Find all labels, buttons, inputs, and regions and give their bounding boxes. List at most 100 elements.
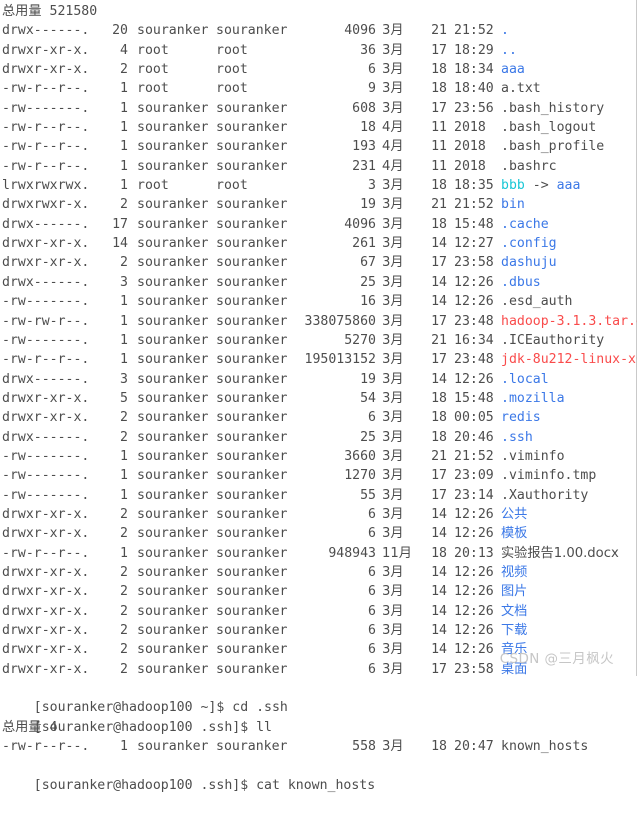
permissions-cell: -rw-------. [2, 100, 90, 116]
file-name-cell[interactable]: .esd_auth [501, 292, 572, 311]
month-cell: 3月 [382, 623, 404, 638]
link-count-cell: 14 [112, 236, 128, 252]
file-name-cell[interactable]: bbb -> aaa [501, 176, 580, 195]
file-name-cell[interactable]: .cache [501, 215, 549, 234]
time-cell: 15:48 [454, 390, 494, 406]
file-name-cell[interactable]: a.txt [501, 79, 541, 98]
file-row: drwxr-xr-x. 5 souranker souranker 54 3月 18 15:4… [2, 389, 636, 408]
file-name: .mozilla [501, 390, 565, 406]
permissions-cell: drwx------. [2, 216, 90, 232]
file-name-cell[interactable]: .dbus [501, 273, 541, 292]
size-cell: 3660 [344, 448, 376, 464]
size-cell: 261 [352, 236, 376, 252]
link-count-cell: 5 [120, 390, 128, 406]
owner-cell: root [137, 62, 169, 78]
permissions-cell: drwxr-xr-x. [2, 506, 90, 522]
month-cell: 3月 [382, 216, 404, 232]
month-cell: 3月 [382, 352, 404, 368]
file-name-cell[interactable]: dashuju [501, 253, 557, 272]
file-row: drwxr-xr-x. 2 souranker souranker 6 3月 18 00:05… [2, 408, 636, 427]
file-name-cell[interactable]: .ICEauthority [501, 331, 604, 350]
permissions-cell: drwxr-xr-x. [2, 584, 90, 600]
file-name: 图片 [501, 584, 528, 600]
size-cell: 195013152 [304, 352, 376, 368]
file-row: -rw-------. 1 souranker souranker 608 3月 17 23:… [2, 99, 636, 118]
file-name: jdk-8u212-linux-x64.tar.gz [501, 352, 637, 368]
day-cell: 14 [431, 584, 447, 600]
owner-cell: souranker [137, 410, 209, 426]
permissions-cell: drwx------. [2, 429, 90, 445]
link-count-cell: 2 [120, 584, 128, 600]
file-name: .viminfo.tmp [501, 468, 597, 484]
size-cell: 558 [352, 739, 376, 755]
group-cell: root [216, 62, 248, 78]
file-name-cell[interactable]: .bash_logout [501, 118, 596, 137]
permissions-cell: drwxr-xr-x. [2, 642, 90, 658]
file-name-cell[interactable]: known_hosts [501, 737, 588, 756]
file-row: drwx------. 20 souranker souranker 4096 3月 21 2… [2, 21, 636, 40]
time-cell: 00:05 [454, 410, 494, 426]
file-name-cell[interactable]: 文档 [501, 602, 527, 621]
owner-cell: souranker [137, 642, 209, 658]
time-cell: 20:46 [454, 429, 494, 445]
permissions-cell: drwxr-xr-x. [2, 42, 90, 58]
permissions-cell: -rw-rw-r--. [2, 313, 90, 329]
file-name-cell[interactable]: 图片 [501, 582, 527, 601]
day-cell: 18 [431, 739, 447, 755]
month-cell: 3月 [382, 584, 404, 600]
month-cell: 3月 [382, 23, 404, 39]
file-row: drwxr-xr-x. 2 souranker souranker 67 3月 17 23:5… [2, 253, 636, 272]
file-name-cell[interactable]: .. [501, 41, 517, 60]
file-name-cell[interactable]: 下载 [501, 621, 527, 640]
month-cell: 3月 [382, 197, 404, 213]
month-cell: 3月 [382, 42, 404, 58]
owner-cell: souranker [137, 448, 209, 464]
file-name-cell[interactable]: .Xauthority [501, 486, 588, 505]
size-cell: 6 [368, 506, 376, 522]
link-count-cell: 1 [120, 294, 128, 310]
permissions-cell: drwxr-xr-x. [2, 236, 90, 252]
day-cell: 14 [431, 274, 447, 290]
month-cell: 3月 [382, 371, 404, 387]
permissions-cell: -rw-r--r--. [2, 139, 90, 155]
month-cell: 3月 [382, 661, 404, 677]
group-cell: souranker [216, 487, 288, 503]
file-row: -rw-r--r--. 1 souranker souranker 18 4月 11 2018… [2, 118, 636, 137]
file-name-cell[interactable]: 公共 [501, 505, 527, 524]
link-count-cell: 2 [120, 506, 128, 522]
file-name-cell[interactable]: jdk-8u212-linux-x64.tar.gz [501, 350, 637, 369]
file-name-cell[interactable]: aaa [501, 60, 525, 79]
file-name: .bash_history [501, 100, 605, 116]
link-count-cell: 1 [120, 100, 128, 116]
time-cell: 23:58 [454, 661, 494, 677]
group-cell: souranker [216, 429, 288, 445]
file-name-cell[interactable]: .ssh [501, 428, 533, 447]
file-name-cell[interactable]: .bash_history [501, 99, 604, 118]
time-cell: 23:09 [454, 468, 494, 484]
file-name-cell[interactable]: 模板 [501, 524, 527, 543]
terminal-window[interactable]: 总用量 521580 drwx------. 20 souranker sourank… [0, 0, 637, 793]
file-name-cell[interactable]: .mozilla [501, 389, 565, 408]
group-cell: souranker [216, 100, 288, 116]
day-cell: 14 [431, 371, 447, 387]
file-name-cell[interactable]: .bashrc [501, 157, 557, 176]
file-name-cell[interactable]: bin [501, 195, 525, 214]
file-name-cell[interactable]: . [501, 21, 509, 40]
file-name-cell[interactable]: .viminfo [501, 447, 565, 466]
file-name-cell[interactable]: .viminfo.tmp [501, 466, 596, 485]
file-name-cell[interactable]: .config [501, 234, 557, 253]
size-cell: 9 [368, 81, 376, 97]
file-name-cell[interactable]: .bash_profile [501, 137, 604, 156]
file-name: .bashrc [501, 158, 557, 174]
group-cell: souranker [216, 410, 288, 426]
month-cell: 3月 [382, 62, 404, 78]
file-name-cell[interactable]: .local [501, 370, 549, 389]
file-name-cell[interactable]: redis [501, 408, 541, 427]
file-name-cell[interactable]: hadoop-3.1.3.tar.gz [501, 312, 637, 331]
owner-cell: souranker [137, 429, 209, 445]
file-name-cell[interactable]: 视频 [501, 563, 527, 582]
owner-cell: souranker [137, 120, 209, 136]
file-name-cell[interactable]: 实验报告1.00.docx [501, 544, 619, 563]
day-cell: 14 [431, 623, 447, 638]
owner-cell: souranker [137, 623, 209, 638]
